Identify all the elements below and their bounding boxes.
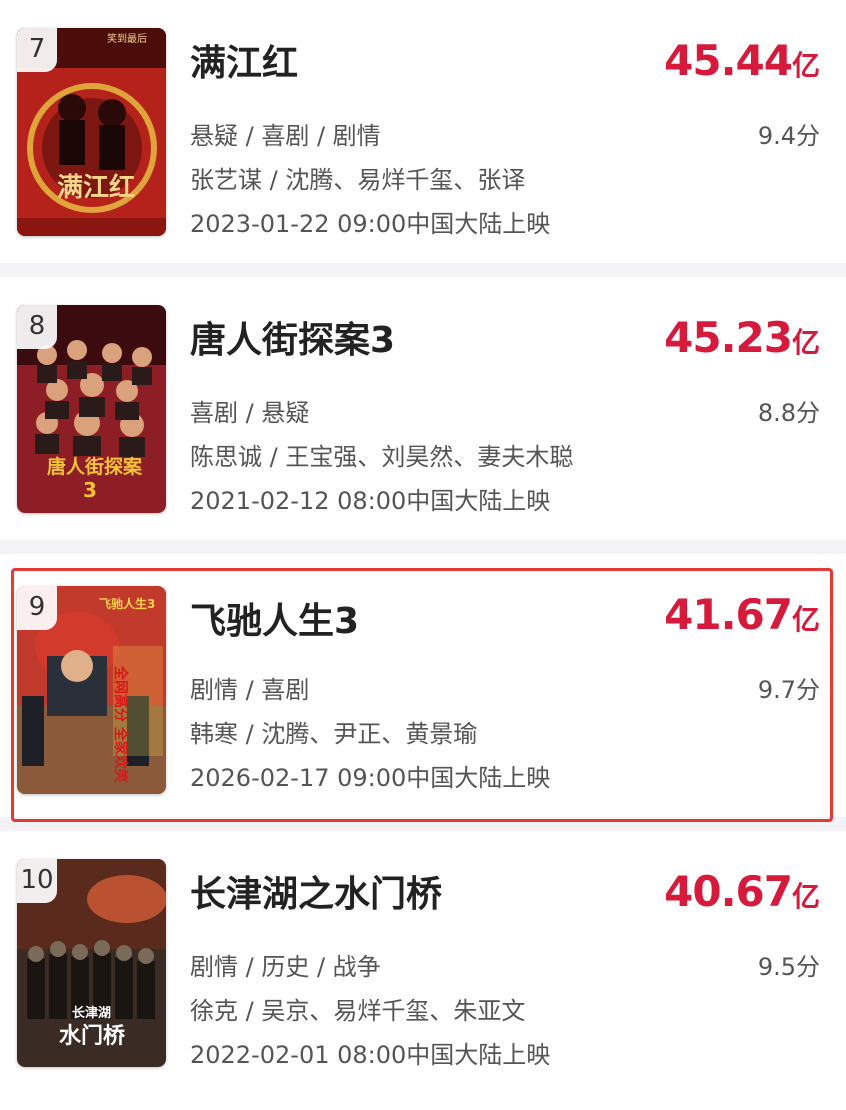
release-date: 2022-02-01 08:00中国大陆上映 — [190, 1041, 551, 1069]
director-cast: 徐克 / 吴京、易烊千玺、朱亚文 — [190, 997, 526, 1025]
director-cast: 张艺谋 / 沈腾、易烊千玺、张译 — [190, 166, 526, 194]
release-date: 2021-02-12 08:00中国大陆上映 — [190, 487, 551, 515]
selection-highlight — [11, 568, 833, 822]
poster-title-text: 水门桥 — [59, 1023, 125, 1049]
box-office-unit: 亿 — [791, 880, 820, 913]
movie-card-7[interactable]: 满江红 笑到最后 7 满江红 45.44亿 悬疑 / 喜剧 / 剧情 9.4分 … — [0, 0, 846, 277]
box-office-unit: 亿 — [791, 326, 820, 359]
movie-title[interactable]: 长津湖之水门桥 — [190, 865, 442, 917]
box-office-value: 45.44 — [664, 36, 793, 85]
poster-number-text: 3 — [83, 478, 97, 502]
poster-image[interactable]: 满江红 笑到最后 7 — [17, 28, 166, 236]
rank-badge: 10 — [17, 859, 57, 903]
box-office: 45.23亿 — [664, 313, 820, 362]
box-office-value: 45.23 — [664, 313, 793, 362]
poster-top-text: 长津湖 — [72, 1005, 111, 1021]
genres: 剧情 / 历史 / 战争 — [190, 953, 381, 981]
movie-card-10[interactable]: 长津湖 水门桥 10 长津湖之水门桥 40.67亿 剧情 / 历史 / 战争 9… — [0, 831, 846, 1108]
poster-title-text: 满江红 — [57, 172, 135, 203]
genres: 喜剧 / 悬疑 — [190, 399, 310, 427]
poster-image[interactable]: 长津湖 水门桥 10 — [17, 859, 166, 1067]
box-office: 45.44亿 — [664, 36, 820, 85]
score: 9.5分 — [757, 953, 820, 981]
genres: 悬疑 / 喜剧 / 剧情 — [190, 122, 381, 150]
rank-badge: 8 — [17, 305, 57, 349]
score: 8.8分 — [757, 399, 820, 427]
rank-badge: 7 — [17, 28, 57, 72]
score: 9.4分 — [757, 122, 820, 150]
director-cast: 陈思诚 / 王宝强、刘昊然、妻夫木聪 — [190, 443, 574, 471]
poster-image[interactable]: 唐人街探案 3 8 — [17, 305, 166, 513]
poster-title-text: 唐人街探案 — [47, 455, 143, 478]
movie-card-8[interactable]: 唐人街探案 3 8 唐人街探案3 45.23亿 喜剧 / 悬疑 8.8分 陈思诚… — [0, 277, 846, 554]
poster-top-text: 笑到最后 — [107, 32, 147, 45]
box-office-unit: 亿 — [791, 49, 820, 82]
box-office-value: 40.67 — [664, 867, 793, 916]
movie-title[interactable]: 满江红 — [190, 34, 298, 86]
movie-title[interactable]: 唐人街探案3 — [190, 311, 395, 363]
box-office: 40.67亿 — [664, 867, 820, 916]
release-date: 2023-01-22 09:00中国大陆上映 — [190, 210, 551, 238]
